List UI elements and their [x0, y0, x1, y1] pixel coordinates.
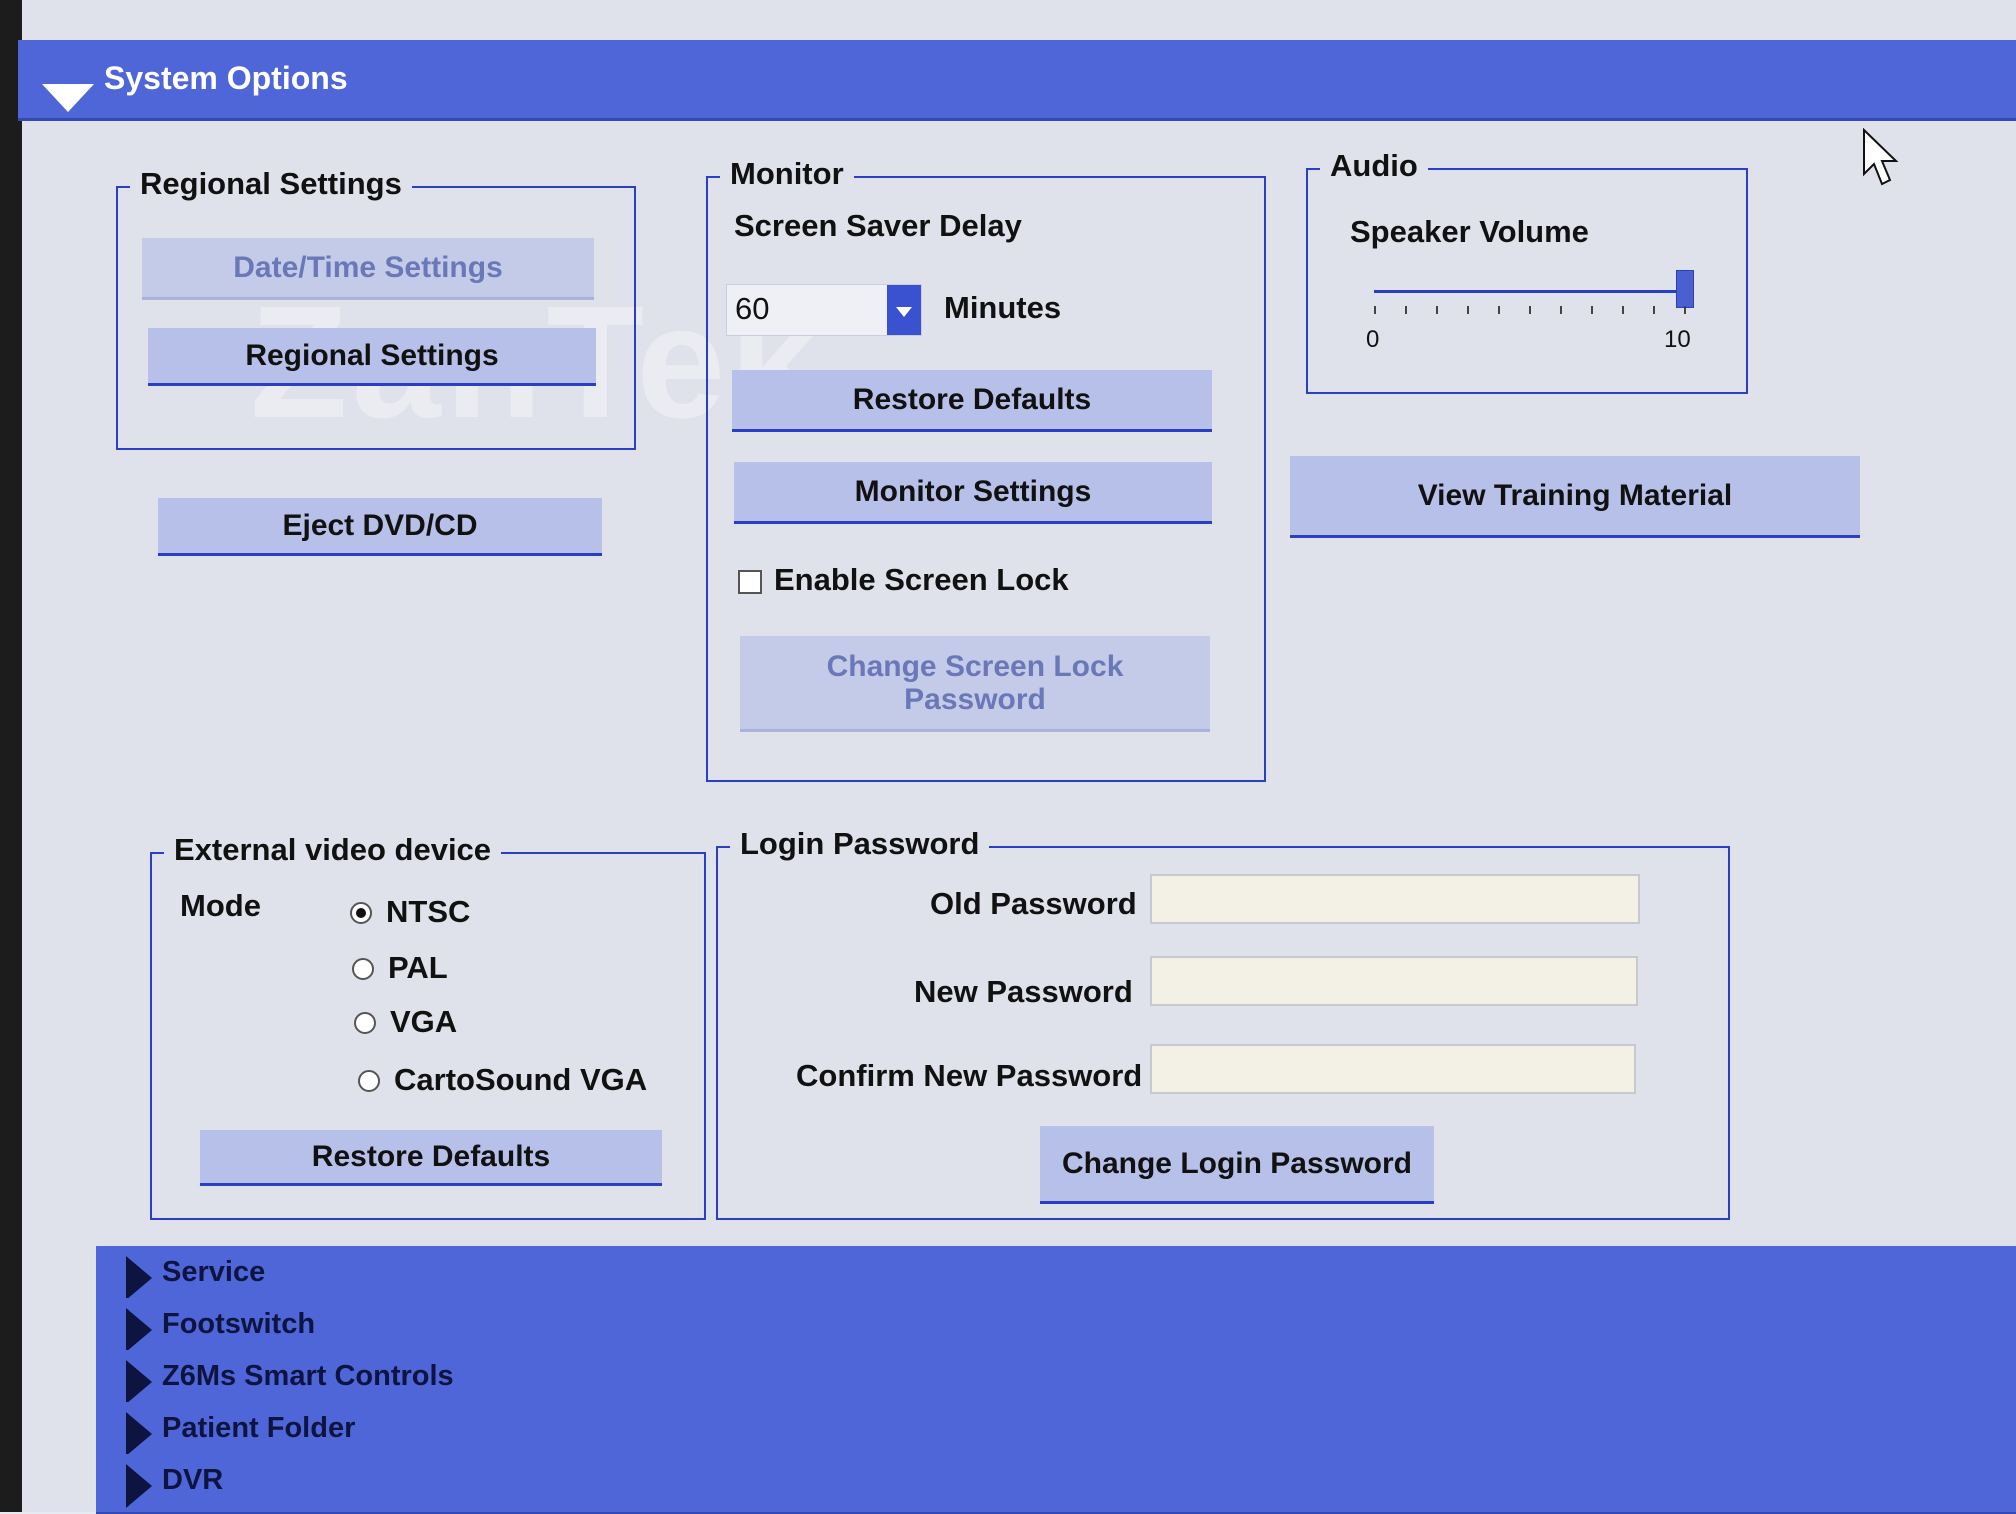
- slider-tick: [1467, 306, 1469, 314]
- date-time-settings-button[interactable]: Date/Time Settings: [142, 238, 594, 300]
- slider-tick: [1622, 306, 1624, 314]
- old-password-field[interactable]: [1150, 874, 1640, 924]
- slider-tick: [1436, 306, 1438, 314]
- external-video-restore-defaults-button[interactable]: Restore Defaults: [200, 1130, 662, 1186]
- monitor-bezel: [0, 0, 22, 1512]
- expand-arrow-icon: [126, 1308, 152, 1352]
- expand-arrow-icon: [126, 1360, 152, 1404]
- collapse-triangle-icon: [42, 84, 94, 112]
- accordion-item-footswitch[interactable]: Footswitch: [96, 1298, 2016, 1352]
- minutes-label: Minutes: [944, 290, 1062, 325]
- radio-pal-label: PAL: [388, 950, 448, 985]
- slider-tick: [1684, 306, 1686, 314]
- screen-saver-delay-label: Screen Saver Delay: [734, 208, 1022, 243]
- radio-cartosound-vga-label: CartoSound VGA: [394, 1062, 648, 1097]
- view-training-material-button[interactable]: View Training Material: [1290, 456, 1860, 538]
- monitor-restore-defaults-button[interactable]: Restore Defaults: [732, 370, 1212, 432]
- regional-settings-group: Regional Settings: [116, 166, 636, 450]
- radio-vga-label: VGA: [390, 1004, 458, 1039]
- eject-dvd-button[interactable]: Eject DVD/CD: [158, 498, 602, 556]
- change-screen-lock-password-button[interactable]: Change Screen Lock Password: [740, 636, 1210, 732]
- header-title: System Options: [104, 60, 348, 96]
- old-password-label: Old Password: [930, 886, 1137, 921]
- accordion-item-label: Service: [162, 1256, 266, 1288]
- screen: System Options ZanTek Regional Settings …: [0, 0, 2016, 1514]
- regional-settings-button[interactable]: Regional Settings: [148, 328, 596, 386]
- expand-arrow-icon: [126, 1464, 152, 1508]
- screen-saver-delay-value: 60: [735, 291, 770, 326]
- expand-arrow-icon: [126, 1256, 152, 1300]
- accordion-item-label: DVR: [162, 1464, 224, 1496]
- volume-min-label: 0: [1366, 326, 1380, 353]
- slider-tick: [1405, 306, 1407, 314]
- new-password-label: New Password: [914, 974, 1133, 1009]
- speaker-volume-slider[interactable]: [1370, 268, 1700, 328]
- enable-screen-lock-checkbox[interactable]: [738, 570, 762, 594]
- confirm-new-password-label: Confirm New Password: [796, 1058, 1143, 1093]
- slider-track[interactable]: [1374, 290, 1684, 293]
- slider-tick: [1374, 306, 1376, 314]
- accordion-item-label: Footswitch: [162, 1308, 316, 1340]
- mouse-cursor-icon: [1863, 128, 1899, 186]
- screen-saver-delay-select[interactable]: 60: [726, 284, 922, 336]
- slider-tick: [1560, 306, 1562, 314]
- volume-max-label: 10: [1664, 326, 1691, 353]
- confirm-new-password-field[interactable]: [1150, 1044, 1636, 1094]
- accordion-item-dvr[interactable]: DVR: [96, 1454, 2016, 1514]
- slider-tick: [1591, 306, 1593, 314]
- accordion-item-label: Z6Ms Smart Controls: [162, 1360, 454, 1392]
- enable-screen-lock-label: Enable Screen Lock: [774, 562, 1069, 597]
- change-login-password-button[interactable]: Change Login Password: [1040, 1126, 1434, 1204]
- login-password-legend: Login Password: [730, 826, 990, 862]
- accordion-item-patient-folder[interactable]: Patient Folder: [96, 1402, 2016, 1456]
- slider-tick: [1498, 306, 1500, 314]
- radio-pal[interactable]: [352, 958, 374, 980]
- system-options-header[interactable]: System Options: [18, 40, 2016, 121]
- slider-tick: [1529, 306, 1531, 314]
- accordion-item-z6ms-smart-controls[interactable]: Z6Ms Smart Controls: [96, 1350, 2016, 1404]
- external-video-legend: External video device: [164, 832, 502, 868]
- accordion-item-label: Patient Folder: [162, 1412, 356, 1444]
- mode-label: Mode: [180, 888, 261, 923]
- accordion-item-service[interactable]: Service: [96, 1246, 2016, 1300]
- expand-arrow-icon: [126, 1412, 152, 1456]
- radio-ntsc-label: NTSC: [386, 894, 471, 929]
- radio-ntsc[interactable]: [350, 902, 372, 924]
- slider-tick: [1653, 306, 1655, 314]
- radio-cartosound-vga[interactable]: [358, 1070, 380, 1092]
- slider-thumb[interactable]: [1676, 270, 1694, 308]
- new-password-field[interactable]: [1150, 956, 1638, 1006]
- radio-vga[interactable]: [354, 1012, 376, 1034]
- speaker-volume-label: Speaker Volume: [1350, 214, 1589, 249]
- audio-legend: Audio: [1320, 148, 1428, 184]
- dropdown-arrow-icon[interactable]: [887, 285, 921, 335]
- monitor-legend: Monitor: [720, 156, 854, 192]
- monitor-settings-button[interactable]: Monitor Settings: [734, 462, 1212, 524]
- regional-settings-legend: Regional Settings: [130, 166, 412, 202]
